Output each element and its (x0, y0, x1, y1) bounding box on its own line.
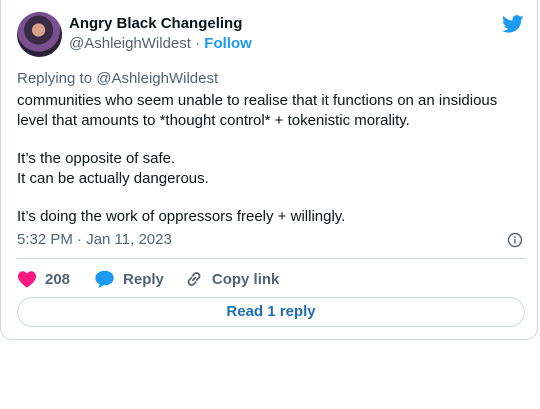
author-name[interactable]: Angry Black Changeling (69, 15, 242, 32)
copy-link-button[interactable]: Copy link (184, 269, 280, 289)
heart-icon (18, 271, 36, 288)
reply-bubble-icon (95, 270, 114, 288)
reply-button[interactable]: Reply (94, 269, 164, 289)
tweet-paragraph: communities who seem unable to realise t… (17, 92, 498, 129)
action-bar: 208 Reply Copy link (17, 268, 279, 290)
copy-link-label: Copy link (211, 270, 280, 288)
twitter-bird-icon[interactable] (501, 13, 525, 35)
link-icon (187, 272, 201, 286)
divider (17, 258, 525, 259)
avatar[interactable] (17, 12, 62, 57)
like-button[interactable]: 208 (17, 270, 70, 288)
tweet-card: Angry Black Changeling @AshleighWildest … (0, 0, 538, 340)
reply-label: Reply (123, 270, 164, 288)
tweet-paragraph: It’s the opposite of safe. (17, 150, 176, 167)
tweet-timestamp[interactable]: 5:32 PM · Jan 11, 2023 (17, 231, 172, 248)
info-icon[interactable] (507, 232, 523, 248)
like-count: 208 (45, 270, 71, 288)
handle-separator: · (195, 35, 201, 52)
author-handle-line: @AshleighWildest · Follow (69, 35, 252, 52)
tweet-text: communities who seem unable to realise t… (17, 91, 527, 227)
follow-button[interactable]: Follow (204, 35, 252, 52)
replying-to[interactable]: Replying to @AshleighWildest (17, 70, 218, 87)
read-replies-button[interactable]: Read 1 reply (17, 297, 525, 327)
author-handle[interactable]: @AshleighWildest (69, 35, 191, 52)
tweet-paragraph: It’s doing the work of oppressors freely… (17, 208, 346, 225)
tweet-paragraph: It can be actually dangerous. (17, 170, 209, 187)
